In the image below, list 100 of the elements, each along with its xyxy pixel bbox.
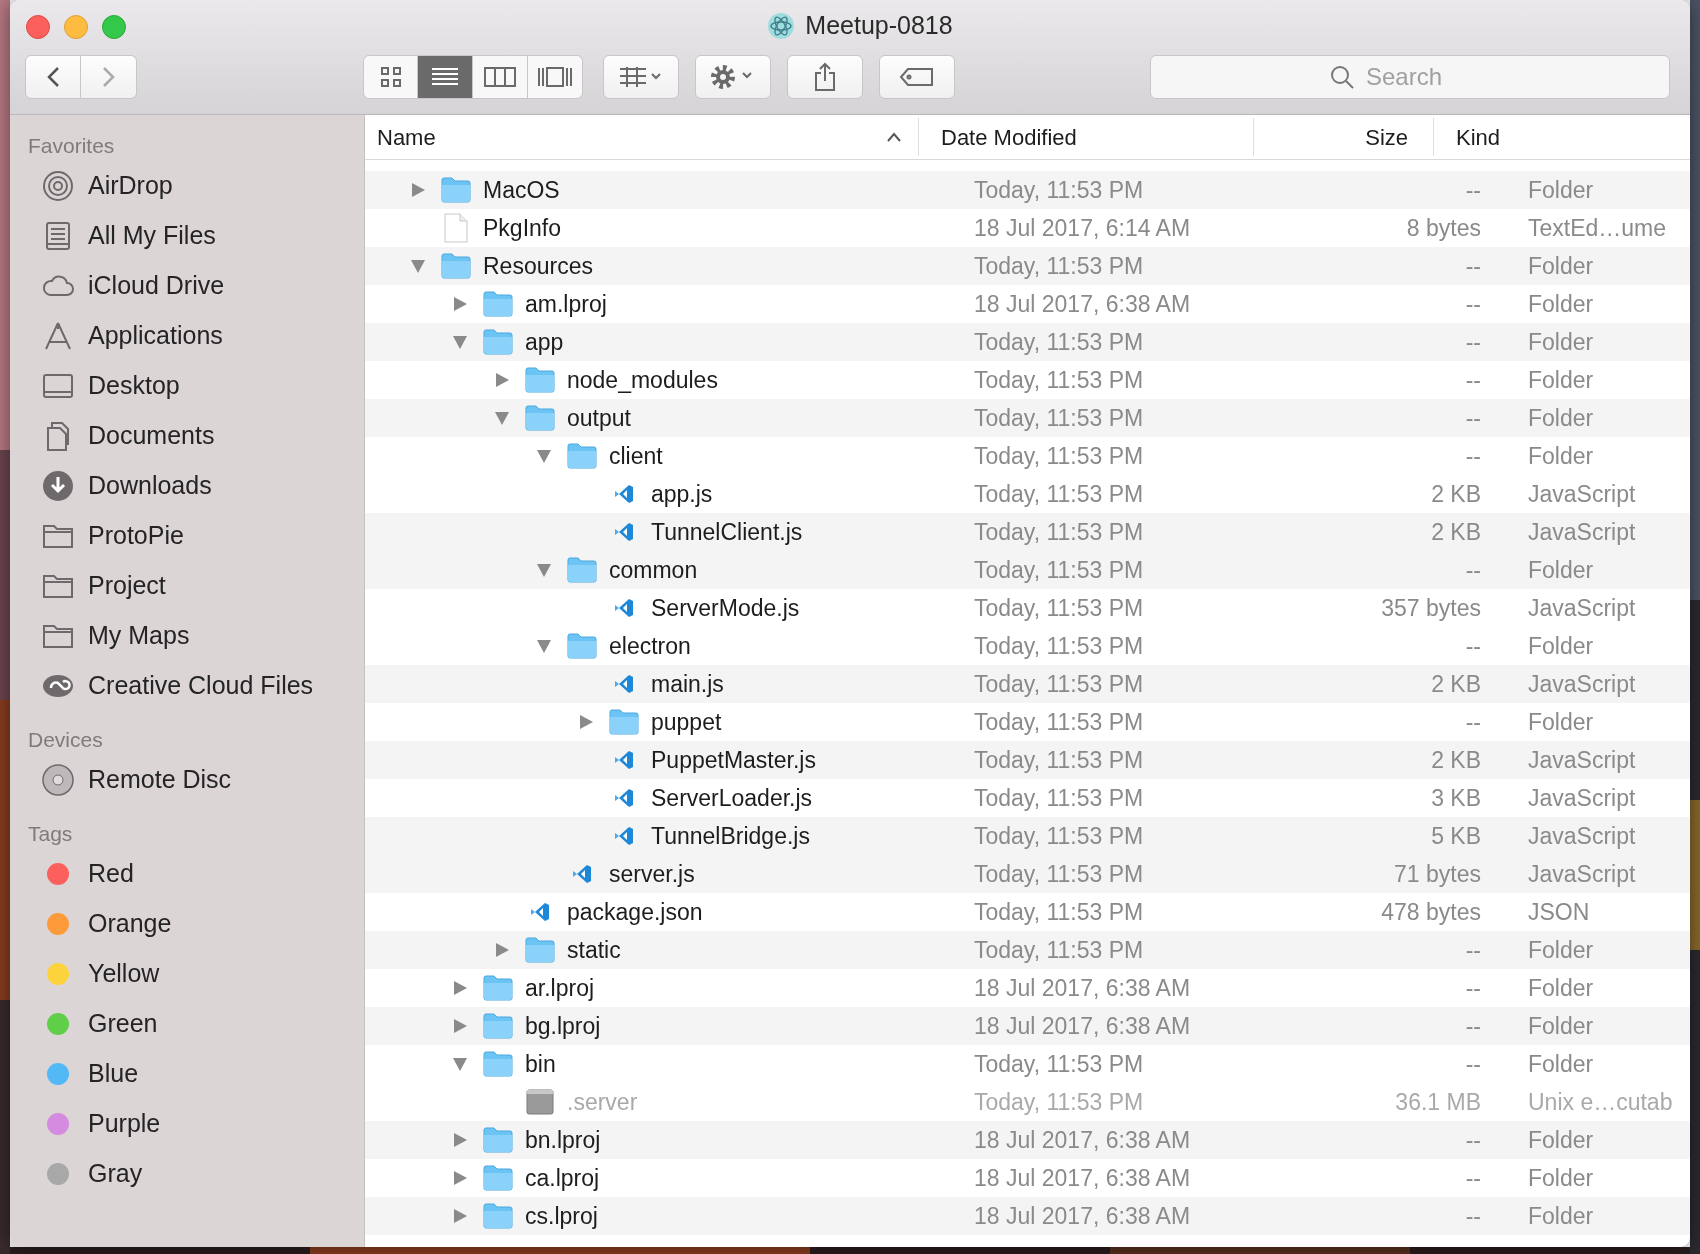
zoom-button[interactable]	[102, 15, 126, 39]
file-kind: TextEd…ume	[1527, 213, 1667, 243]
disclosure-triangle-icon[interactable]	[410, 182, 426, 198]
file-name: main.js	[651, 669, 724, 699]
file-row[interactable]: bg.lproj 18 Jul 2017, 6:38 AM -- Folder	[365, 1007, 1690, 1045]
document-icon	[444, 213, 468, 243]
view-mode-button[interactable]	[473, 55, 528, 99]
column-header[interactable]: Name	[365, 118, 918, 156]
sidebar-item[interactable]: Yellow	[28, 949, 364, 999]
date-modified: Today, 11:53 PM	[973, 1049, 1145, 1079]
file-row[interactable]: server.js Today, 11:53 PM 71 bytes JavaScript	[365, 855, 1690, 893]
download-icon	[42, 470, 74, 502]
file-row[interactable]: Resources Today, 11:53 PM -- Folder	[365, 247, 1690, 285]
file-kind: JavaScript	[1527, 479, 1636, 509]
file-kind: JavaScript	[1527, 745, 1636, 775]
column-header[interactable]: Kind	[1433, 118, 1690, 156]
sidebar-item[interactable]: Documents	[28, 411, 364, 461]
file-size: --	[1464, 1049, 1481, 1079]
sidebar-item[interactable]: All My Files	[28, 211, 364, 261]
disclosure-triangle-icon[interactable]	[410, 258, 426, 274]
tag-icon	[899, 67, 935, 87]
file-name: PuppetMaster.js	[651, 745, 816, 775]
file-row[interactable]: app Today, 11:53 PM -- Folder	[365, 323, 1690, 361]
file-row[interactable]: TunnelClient.js Today, 11:53 PM 2 KB JavaScript	[365, 513, 1690, 551]
file-row[interactable]: main.js Today, 11:53 PM 2 KB JavaScript	[365, 665, 1690, 703]
file-name: am.lproj	[525, 289, 607, 319]
sidebar-item[interactable]: Red	[28, 849, 364, 899]
back-button[interactable]	[25, 55, 81, 99]
group-button[interactable]	[603, 55, 679, 99]
chevron-right-icon	[101, 66, 116, 88]
code-file-icon	[613, 521, 635, 543]
file-size: --	[1464, 365, 1481, 395]
file-kind: Folder	[1527, 1011, 1594, 1041]
share-button[interactable]	[787, 55, 863, 99]
disclosure-triangle-icon[interactable]	[452, 1018, 468, 1034]
sidebar-item[interactable]: Green	[28, 999, 364, 1049]
disclosure-triangle-icon[interactable]	[452, 1056, 468, 1072]
file-row[interactable]: cs.lproj 18 Jul 2017, 6:38 AM -- Folder	[365, 1197, 1690, 1235]
sidebar-item[interactable]: Purple	[28, 1099, 364, 1149]
sidebar-item[interactable]: My Maps	[28, 611, 364, 661]
disclosure-triangle-icon[interactable]	[452, 980, 468, 996]
search-field[interactable]: Search	[1150, 55, 1670, 99]
tag-button[interactable]	[879, 55, 955, 99]
sidebar-item[interactable]: Downloads	[28, 461, 364, 511]
disclosure-triangle-icon[interactable]	[452, 334, 468, 350]
sidebar-item[interactable]: Applications	[28, 311, 364, 361]
date-modified: Today, 11:53 PM	[973, 403, 1145, 433]
grid-icon	[379, 66, 402, 88]
file-name: common	[609, 555, 698, 585]
disclosure-triangle-icon[interactable]	[578, 714, 594, 730]
disclosure-triangle-icon[interactable]	[452, 1170, 468, 1186]
folder-icon	[567, 443, 597, 469]
file-row[interactable]: common Today, 11:53 PM -- Folder	[365, 551, 1690, 589]
view-mode-button[interactable]	[363, 55, 418, 99]
sidebar-item[interactable]: ProtoPie	[28, 511, 364, 561]
sidebar-heading: Favorites	[28, 133, 116, 159]
sidebar-item[interactable]: Creative Cloud Files	[28, 661, 364, 711]
file-row[interactable]: TunnelBridge.js Today, 11:53 PM 5 KB JavaScript	[365, 817, 1690, 855]
file-row[interactable]: bn.lproj 18 Jul 2017, 6:38 AM -- Folder	[365, 1121, 1690, 1159]
date-modified: Today, 11:53 PM	[973, 1087, 1145, 1117]
date-modified: Today, 11:53 PM	[973, 327, 1145, 357]
sidebar-item[interactable]: AirDrop	[28, 161, 364, 211]
disclosure-triangle-icon[interactable]	[536, 638, 552, 654]
disclosure-triangle-icon[interactable]	[452, 296, 468, 312]
file-name: bg.lproj	[525, 1011, 601, 1041]
sidebar-item[interactable]: Desktop	[28, 361, 364, 411]
disclosure-triangle-icon[interactable]	[494, 372, 510, 388]
file-size: --	[1464, 631, 1481, 661]
file-row[interactable]: static Today, 11:53 PM -- Folder	[365, 931, 1690, 969]
disclosure-triangle-icon[interactable]	[536, 448, 552, 464]
disclosure-triangle-icon[interactable]	[536, 562, 552, 578]
column-header[interactable]: Size	[1253, 118, 1433, 156]
action-button[interactable]	[695, 55, 771, 99]
sidebar-item[interactable]: Gray	[28, 1149, 364, 1199]
folder-icon	[483, 1127, 513, 1153]
file-row[interactable]: PuppetMaster.js Today, 11:53 PM 2 KB JavaScript	[365, 741, 1690, 779]
file-size: 5 KB	[1430, 821, 1481, 851]
file-kind: Folder	[1527, 555, 1594, 585]
sidebar-item[interactable]: Orange	[28, 899, 364, 949]
file-kind: JavaScript	[1527, 859, 1636, 889]
view-mode-button[interactable]	[528, 55, 583, 99]
file-size: 8 bytes	[1405, 213, 1481, 243]
sidebar-item[interactable]: iCloud Drive	[28, 261, 364, 311]
minimize-button[interactable]	[64, 15, 88, 39]
sidebar-item[interactable]: Project	[28, 561, 364, 611]
file-size: --	[1464, 251, 1481, 281]
file-name: ServerLoader.js	[651, 783, 813, 813]
disclosure-triangle-icon[interactable]	[452, 1208, 468, 1224]
disclosure-triangle-icon[interactable]	[494, 410, 510, 426]
sidebar-item[interactable]: Blue	[28, 1049, 364, 1099]
view-mode-button[interactable]	[418, 55, 473, 99]
column-header[interactable]: Date Modified	[918, 118, 1253, 156]
file-kind: Folder	[1527, 365, 1594, 395]
date-modified: Today, 11:53 PM	[973, 821, 1145, 851]
disclosure-triangle-icon[interactable]	[494, 942, 510, 958]
disclosure-triangle-icon[interactable]	[452, 1132, 468, 1148]
file-row[interactable]: MacOS Today, 11:53 PM -- Folder	[365, 171, 1690, 209]
file-row[interactable]: output Today, 11:53 PM -- Folder	[365, 399, 1690, 437]
sidebar-item[interactable]: Remote Disc	[28, 755, 364, 805]
close-button[interactable]	[26, 15, 50, 39]
